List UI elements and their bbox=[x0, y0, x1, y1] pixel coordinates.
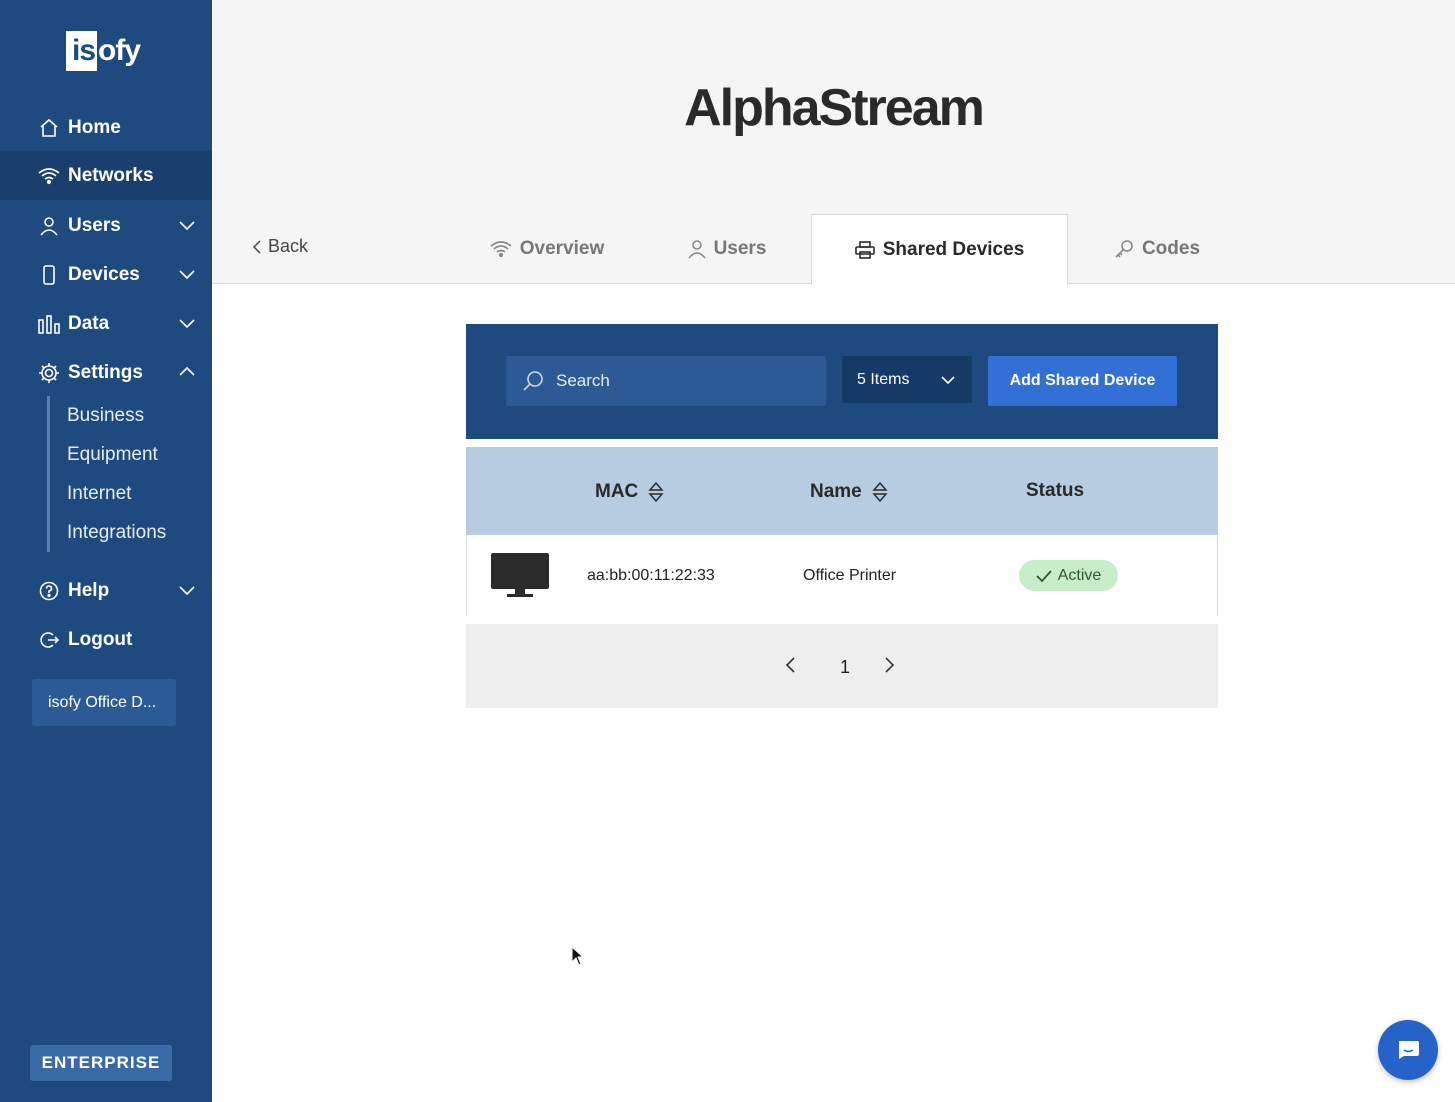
isofy-logo[interactable]: is ofy bbox=[66, 30, 141, 72]
cell-name: Office Printer bbox=[803, 567, 897, 584]
sidebar-item-data[interactable]: Data bbox=[0, 299, 212, 348]
key-icon bbox=[1114, 239, 1134, 259]
chevron-down-icon[interactable] bbox=[178, 216, 196, 234]
page-header: AlphaStream Back Overview Users Shared D… bbox=[212, 0, 1455, 285]
back-button[interactable]: Back bbox=[252, 236, 308, 257]
logo-rest-text: ofy bbox=[98, 34, 141, 67]
table-row[interactable]: aa:bb:00:11:22:33 Office Printer Active bbox=[466, 535, 1218, 616]
table-header: MAC Name Status bbox=[466, 447, 1218, 535]
sidebar-subitem-business[interactable]: Business bbox=[67, 405, 144, 427]
search-placeholder: Search bbox=[556, 371, 610, 390]
page-title: AlphaStream bbox=[684, 79, 985, 137]
back-label: Back bbox=[268, 236, 309, 256]
office-selector-label: isofy Office D... bbox=[48, 693, 157, 711]
add-shared-device-button[interactable]: Add Shared Device bbox=[988, 356, 1177, 406]
home-icon bbox=[38, 117, 60, 139]
shared-devices-toolbar: Search 5 Items Add Shared Device bbox=[466, 324, 1218, 439]
sidebar-item-label: Settings bbox=[68, 361, 143, 383]
plan-badge: ENTERPRISE bbox=[30, 1045, 172, 1081]
sidebar: is ofy Home Networks Users Devices Data … bbox=[0, 0, 212, 1102]
column-label: MAC bbox=[595, 481, 639, 502]
column-label: Status bbox=[1026, 480, 1085, 501]
office-selector-button[interactable]: isofy Office D... bbox=[32, 679, 176, 726]
chevron-down-icon bbox=[940, 372, 956, 393]
chevron-down-icon[interactable] bbox=[178, 265, 196, 283]
wifi-icon bbox=[38, 165, 60, 187]
tab-shared-devices[interactable]: Shared Devices bbox=[811, 214, 1068, 285]
sidebar-item-networks[interactable]: Networks bbox=[0, 151, 212, 200]
sidebar-item-label: Logout bbox=[68, 628, 133, 650]
previous-page-button[interactable] bbox=[784, 656, 796, 679]
sidebar-item-home[interactable]: Home bbox=[0, 103, 212, 152]
column-header-status: Status bbox=[1026, 480, 1084, 502]
sidebar-item-logout[interactable]: Logout bbox=[0, 615, 212, 664]
sidebar-item-devices[interactable]: Devices bbox=[0, 250, 212, 299]
chevron-down-icon[interactable] bbox=[178, 581, 196, 599]
chevron-up-icon[interactable] bbox=[178, 363, 196, 381]
search-input[interactable]: Search bbox=[506, 356, 826, 406]
column-header-mac[interactable]: MAC bbox=[595, 480, 664, 504]
gear-icon bbox=[38, 362, 60, 384]
tab-label: Users bbox=[713, 238, 767, 259]
wifi-icon bbox=[490, 240, 512, 258]
sidebar-item-label: Data bbox=[68, 312, 110, 334]
logo-box-text: is bbox=[66, 31, 98, 71]
status-label: Active bbox=[1057, 566, 1102, 584]
sidebar-item-label: Home bbox=[68, 116, 121, 138]
pagination: 1 bbox=[466, 624, 1218, 708]
current-page-number[interactable]: 1 bbox=[840, 657, 850, 678]
tab-users[interactable]: Users bbox=[684, 214, 770, 284]
logout-icon bbox=[38, 629, 60, 651]
check-icon bbox=[1036, 569, 1052, 583]
user-icon bbox=[38, 215, 60, 237]
items-per-page-value: 5 Items bbox=[857, 370, 910, 388]
sidebar-item-label: Networks bbox=[68, 164, 154, 186]
cell-mac: aa:bb:00:11:22:33 bbox=[587, 567, 715, 584]
tab-label: Shared Devices bbox=[882, 238, 1025, 260]
sidebar-item-settings[interactable]: Settings bbox=[0, 348, 212, 397]
chat-icon bbox=[1396, 1040, 1420, 1060]
mouse-cursor-icon bbox=[571, 945, 585, 971]
tab-codes[interactable]: Codes bbox=[1110, 214, 1204, 284]
monitor-icon bbox=[491, 553, 549, 603]
sort-icon[interactable] bbox=[872, 480, 888, 504]
items-per-page-select[interactable]: 5 Items bbox=[842, 356, 972, 403]
sidebar-item-label: Devices bbox=[68, 263, 140, 285]
tab-overview[interactable]: Overview bbox=[482, 214, 612, 284]
sort-icon[interactable] bbox=[648, 480, 664, 504]
sidebar-item-users[interactable]: Users bbox=[0, 201, 212, 250]
tab-label: Codes bbox=[1141, 238, 1201, 259]
chevron-down-icon[interactable] bbox=[178, 314, 196, 332]
chat-button[interactable] bbox=[1378, 1020, 1438, 1080]
bar-chart-icon bbox=[38, 313, 60, 335]
user-icon bbox=[687, 239, 706, 259]
phone-icon bbox=[38, 264, 60, 286]
status-badge: Active bbox=[1019, 560, 1118, 591]
help-circle-icon bbox=[38, 580, 60, 602]
sidebar-item-help[interactable]: Help bbox=[0, 566, 212, 615]
column-header-name[interactable]: Name bbox=[810, 480, 888, 504]
chevron-left-icon bbox=[252, 239, 262, 255]
search-icon bbox=[522, 370, 544, 392]
sidebar-subitem-integrations[interactable]: Integrations bbox=[67, 522, 166, 544]
sidebar-subitem-equipment[interactable]: Equipment bbox=[67, 444, 158, 466]
printer-icon bbox=[854, 240, 875, 259]
settings-subnav-line bbox=[47, 396, 50, 552]
sidebar-item-label: Users bbox=[68, 214, 121, 236]
sidebar-subitem-internet[interactable]: Internet bbox=[67, 483, 131, 505]
column-label: Name bbox=[810, 481, 862, 502]
tab-label: Overview bbox=[519, 238, 605, 259]
next-page-button[interactable] bbox=[884, 656, 896, 679]
sidebar-item-label: Help bbox=[68, 579, 110, 601]
